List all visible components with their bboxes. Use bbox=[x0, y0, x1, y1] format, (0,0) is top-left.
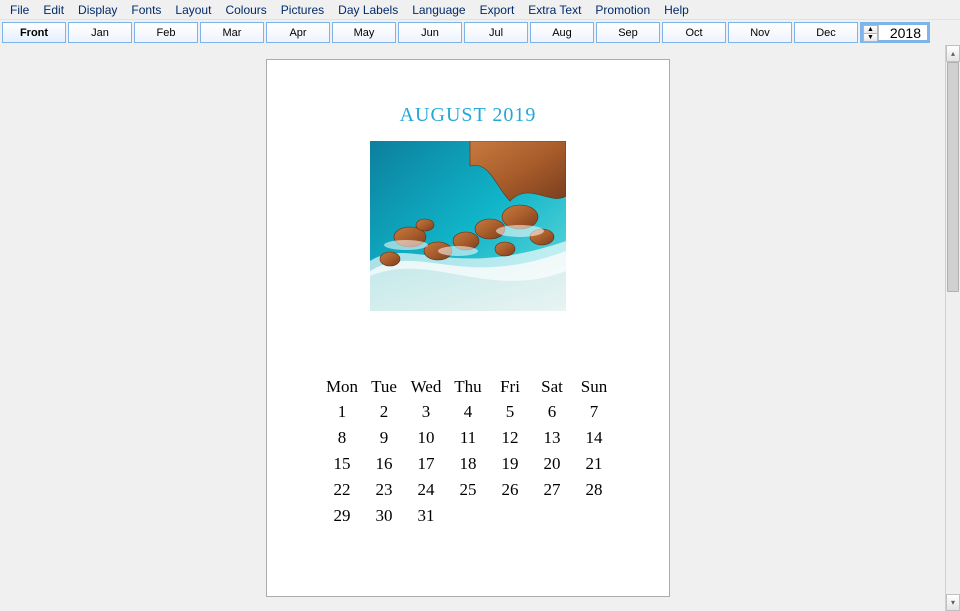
beach-rocks-icon bbox=[370, 141, 566, 311]
calendar-grid: Mon Tue Wed Thu Fri Sat Sun 1 2 3 4 5 6 … bbox=[267, 375, 669, 529]
year-spinner-buttons: ▲ ▼ bbox=[863, 25, 879, 40]
day-cell: 8 bbox=[321, 425, 363, 451]
day-cell: 10 bbox=[405, 425, 447, 451]
month-btn-mar[interactable]: Mar bbox=[200, 22, 264, 43]
scroll-up-icon[interactable]: ▴ bbox=[946, 45, 960, 62]
day-cell: 13 bbox=[531, 425, 573, 451]
month-btn-jul[interactable]: Jul bbox=[464, 22, 528, 43]
month-btn-may[interactable]: May bbox=[332, 22, 396, 43]
menu-colours[interactable]: Colours bbox=[219, 1, 272, 19]
day-header-tue: Tue bbox=[363, 375, 405, 399]
scroll-down-icon[interactable]: ▾ bbox=[946, 594, 960, 611]
day-cell: 15 bbox=[321, 451, 363, 477]
day-cell: 25 bbox=[447, 477, 489, 503]
calendar-page-container: AUGUST 2019 bbox=[266, 59, 680, 607]
day-cell: 6 bbox=[531, 399, 573, 425]
spin-down-icon[interactable]: ▼ bbox=[863, 34, 878, 42]
day-cell: 11 bbox=[447, 425, 489, 451]
day-cell: 9 bbox=[363, 425, 405, 451]
month-btn-jun[interactable]: Jun bbox=[398, 22, 462, 43]
menu-promotion[interactable]: Promotion bbox=[589, 1, 656, 19]
menu-edit[interactable]: Edit bbox=[37, 1, 70, 19]
day-cell: 19 bbox=[489, 451, 531, 477]
menu-bar: File Edit Display Fonts Layout Colours P… bbox=[0, 0, 960, 20]
menu-extra-text[interactable]: Extra Text bbox=[522, 1, 587, 19]
menu-export[interactable]: Export bbox=[474, 1, 521, 19]
menu-pictures[interactable]: Pictures bbox=[275, 1, 330, 19]
day-cell: 29 bbox=[321, 503, 363, 529]
year-spinner[interactable]: ▲ ▼ 2018 bbox=[860, 22, 930, 43]
day-cell: 4 bbox=[447, 399, 489, 425]
calendar-photo[interactable] bbox=[370, 141, 566, 311]
menu-file[interactable]: File bbox=[4, 1, 35, 19]
vertical-scrollbar[interactable]: ▴ ▾ bbox=[945, 45, 960, 611]
day-header-mon: Mon bbox=[321, 375, 363, 399]
day-cell: 2 bbox=[363, 399, 405, 425]
day-cell bbox=[531, 503, 573, 529]
calendar-page[interactable]: AUGUST 2019 bbox=[266, 59, 670, 597]
day-cell bbox=[447, 503, 489, 529]
day-header-fri: Fri bbox=[489, 375, 531, 399]
day-cell: 30 bbox=[363, 503, 405, 529]
day-cell: 26 bbox=[489, 477, 531, 503]
month-btn-sep[interactable]: Sep bbox=[596, 22, 660, 43]
spin-up-icon[interactable]: ▲ bbox=[863, 25, 878, 34]
month-btn-nov[interactable]: Nov bbox=[728, 22, 792, 43]
day-cell: 16 bbox=[363, 451, 405, 477]
scroll-thumb[interactable] bbox=[947, 62, 959, 292]
menu-fonts[interactable]: Fonts bbox=[125, 1, 167, 19]
year-value[interactable]: 2018 bbox=[879, 25, 927, 40]
menu-day-labels[interactable]: Day Labels bbox=[332, 1, 404, 19]
day-cell bbox=[489, 503, 531, 529]
day-cell: 28 bbox=[573, 477, 615, 503]
day-cell: 22 bbox=[321, 477, 363, 503]
month-btn-feb[interactable]: Feb bbox=[134, 22, 198, 43]
day-cell: 14 bbox=[573, 425, 615, 451]
day-header-thu: Thu bbox=[447, 375, 489, 399]
day-cell: 27 bbox=[531, 477, 573, 503]
month-btn-oct[interactable]: Oct bbox=[662, 22, 726, 43]
month-btn-apr[interactable]: Apr bbox=[266, 22, 330, 43]
workspace: AUGUST 2019 bbox=[0, 45, 960, 611]
month-toolbar: Front Jan Feb Mar Apr May Jun Jul Aug Se… bbox=[0, 20, 960, 46]
day-cell: 20 bbox=[531, 451, 573, 477]
month-btn-aug[interactable]: Aug bbox=[530, 22, 594, 43]
day-cell: 5 bbox=[489, 399, 531, 425]
day-header-sat: Sat bbox=[531, 375, 573, 399]
month-btn-front[interactable]: Front bbox=[2, 22, 66, 43]
day-cell: 23 bbox=[363, 477, 405, 503]
scroll-track[interactable] bbox=[946, 62, 960, 594]
day-cell: 24 bbox=[405, 477, 447, 503]
day-cell: 12 bbox=[489, 425, 531, 451]
menu-display[interactable]: Display bbox=[72, 1, 123, 19]
day-header-wed: Wed bbox=[405, 375, 447, 399]
day-header-sun: Sun bbox=[573, 375, 615, 399]
menu-layout[interactable]: Layout bbox=[169, 1, 217, 19]
day-cell: 31 bbox=[405, 503, 447, 529]
menu-language[interactable]: Language bbox=[406, 1, 471, 19]
month-btn-dec[interactable]: Dec bbox=[794, 22, 858, 43]
month-buttons: Front Jan Feb Mar Apr May Jun Jul Aug Se… bbox=[2, 22, 858, 43]
day-cell: 1 bbox=[321, 399, 363, 425]
day-cell: 3 bbox=[405, 399, 447, 425]
day-cell: 17 bbox=[405, 451, 447, 477]
day-cell bbox=[573, 503, 615, 529]
day-cell: 7 bbox=[573, 399, 615, 425]
page-title: AUGUST 2019 bbox=[267, 104, 669, 127]
menu-help[interactable]: Help bbox=[658, 1, 695, 19]
day-cell: 18 bbox=[447, 451, 489, 477]
month-btn-jan[interactable]: Jan bbox=[68, 22, 132, 43]
day-cell: 21 bbox=[573, 451, 615, 477]
